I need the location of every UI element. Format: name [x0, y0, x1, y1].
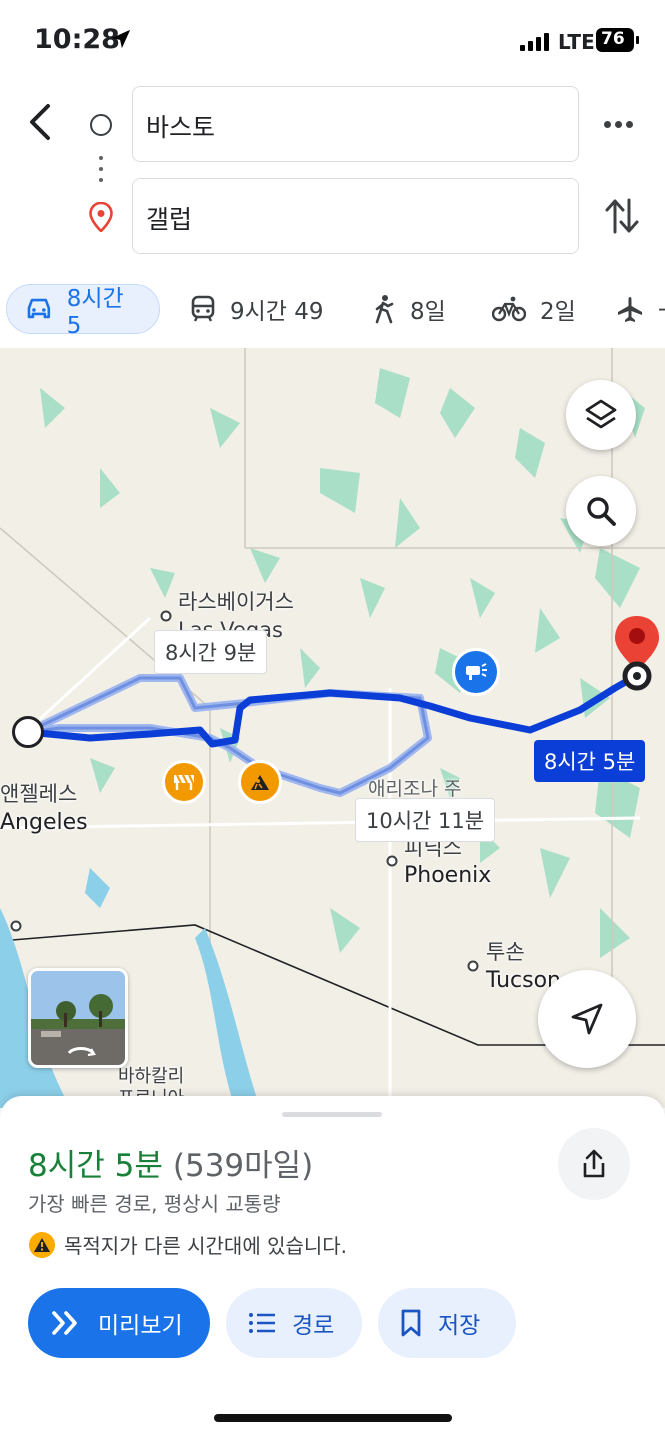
- destination-input[interactable]: 갤럽: [132, 178, 579, 254]
- transit-icon: [191, 295, 215, 322]
- share-icon: [583, 1149, 605, 1178]
- map-label-la-en: Angeles: [0, 810, 88, 835]
- more-options-icon[interactable]: [604, 114, 640, 136]
- route-distance: (539마일): [172, 1148, 314, 1184]
- route-dots-icon: [99, 156, 103, 189]
- location-arrow-icon: [111, 29, 131, 49]
- navigation-arrow-icon: [571, 1003, 603, 1035]
- timezone-warning: 목적지가 다른 시간대에 있습니다.: [28, 1230, 347, 1259]
- swap-icon[interactable]: [604, 196, 640, 236]
- status-time: 10:28: [34, 24, 120, 55]
- car-icon: [27, 298, 51, 319]
- bike-icon: [492, 296, 526, 322]
- tab-transit-label: 9시간 49: [230, 299, 324, 325]
- map-label-la: 앤젤레스: [0, 782, 78, 806]
- map-label-arizona: 애리조나 주: [368, 778, 462, 800]
- map-label-las-vegas: 라스베이거스: [178, 590, 294, 614]
- tab-flights-label: -: [658, 296, 665, 322]
- walk-icon: [375, 295, 394, 324]
- signal-icon: [520, 33, 549, 51]
- map-label-phoenix-en: Phoenix: [404, 863, 492, 888]
- route-label-alt2[interactable]: 10시간 11분: [355, 798, 496, 842]
- origin-circle-icon: [90, 114, 112, 136]
- preview-label: 미리보기: [98, 1313, 183, 1339]
- search-icon: [587, 497, 616, 526]
- status-bar: 10:28 LTE 76: [0, 0, 665, 80]
- origin-input[interactable]: 바스토: [132, 86, 579, 162]
- street-view-thumbnail[interactable]: [28, 968, 128, 1068]
- map-view[interactable]: 라스베이거스 Las Vegas 앤젤레스 Angeles 애리조나 주 피닉스…: [0, 348, 665, 1108]
- warning-icon: [29, 1231, 55, 1258]
- route-summary-sheet: 8시간 5분 (539마일) 가장 빠른 경로, 평상시 교통량 목적지가 다른 …: [0, 1096, 665, 1440]
- tab-transit[interactable]: 9시간 49: [190, 284, 324, 334]
- maps-directions-screen: 10:28 LTE 76 바스토 갤럽 8시간 5 9시간 49 8일 2일 라…: [0, 0, 665, 1440]
- home-indicator[interactable]: [214, 1414, 452, 1422]
- destination-map-pin-icon[interactable]: [612, 614, 662, 694]
- double-chevron-icon: [52, 1311, 77, 1335]
- preview-button[interactable]: 미리보기: [28, 1288, 210, 1358]
- network-type: LTE: [558, 30, 595, 54]
- tab-walking[interactable]: 8일: [372, 284, 446, 334]
- list-icon: [249, 1313, 275, 1333]
- plane-icon: [618, 297, 642, 322]
- sheet-drag-handle[interactable]: [282, 1112, 382, 1117]
- recenter-button[interactable]: [538, 970, 636, 1068]
- route-summary: 8시간 5분 (539마일): [28, 1140, 313, 1185]
- back-icon[interactable]: [22, 98, 62, 146]
- route-label-main[interactable]: 8시간 5분: [534, 740, 646, 782]
- bookmark-icon: [401, 1309, 421, 1337]
- save-button[interactable]: 저장: [378, 1288, 516, 1358]
- destination-pin-icon: [89, 202, 113, 232]
- map-label-tucson: 투손: [486, 940, 525, 964]
- steps-button[interactable]: 경로: [226, 1288, 362, 1358]
- layers-button[interactable]: [566, 380, 636, 450]
- speed-camera-icon[interactable]: [452, 648, 500, 696]
- share-button[interactable]: [558, 1128, 630, 1200]
- route-duration: 8시간 5분: [28, 1148, 163, 1184]
- save-label: 저장: [438, 1313, 481, 1339]
- battery-icon: 76: [596, 28, 640, 52]
- tab-cycling-label: 2일: [540, 299, 576, 325]
- steps-label: 경로: [292, 1313, 335, 1339]
- search-along-route-button[interactable]: [566, 476, 636, 546]
- route-subtitle: 가장 빠른 경로, 평상시 교통량: [28, 1192, 281, 1216]
- start-marker[interactable]: [12, 716, 44, 748]
- tab-cycling[interactable]: 2일: [492, 284, 576, 334]
- layers-icon: [585, 399, 617, 429]
- road-closure-icon[interactable]: [162, 760, 206, 804]
- travel-mode-tabs: 8시간 5 9시간 49 8일 2일 -: [0, 278, 665, 346]
- tab-walking-label: 8일: [410, 299, 446, 325]
- construction-icon[interactable]: [238, 760, 282, 804]
- tab-driving[interactable]: 8시간 5: [6, 284, 160, 339]
- route-label-alt1[interactable]: 8시간 9분: [154, 630, 268, 674]
- timezone-warning-text: 목적지가 다른 시간대에 있습니다.: [64, 1234, 348, 1258]
- battery-level: 76: [601, 29, 625, 49]
- tab-driving-label: 8시간 5: [66, 286, 124, 339]
- tab-flights[interactable]: -: [616, 284, 665, 334]
